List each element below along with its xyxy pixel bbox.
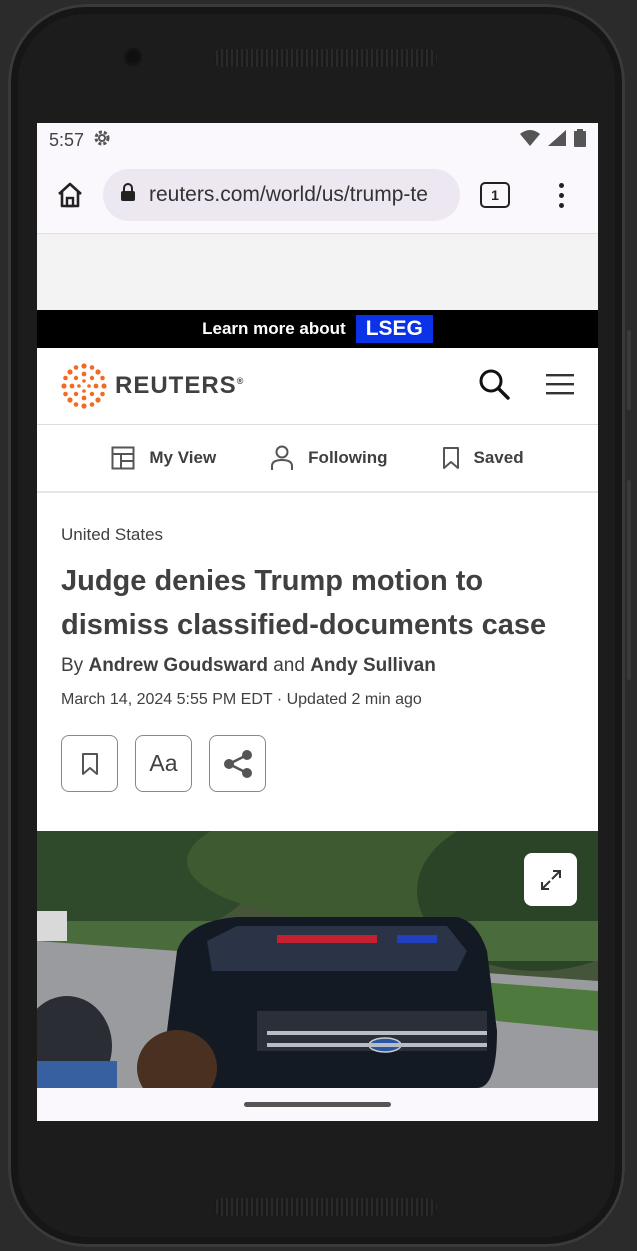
my-view-label: My View (149, 448, 217, 467)
reuters-logo[interactable]: REUTERS® (61, 363, 244, 409)
volume-button (627, 480, 631, 680)
article-photo[interactable] (37, 831, 598, 1088)
menu-icon[interactable] (546, 373, 574, 400)
status-bar: 5:57 (37, 123, 598, 157)
author-link[interactable]: Andy Sullivan (310, 655, 436, 676)
following-label: Following (308, 448, 388, 467)
person-icon (271, 445, 294, 470)
tabs-icon[interactable]: 1 (480, 182, 510, 208)
text-size-label: Aa (149, 750, 178, 776)
site-header: REUTERS® (37, 348, 598, 425)
byline: By Andrew Goudsward and Andy Sullivan (61, 655, 436, 676)
article-header: United States Judge denies Trump motion … (37, 493, 598, 792)
ad-space (37, 234, 598, 310)
screen: 5:57 reuters.com/world/us/trump-te 1 Lea… (37, 123, 598, 1121)
top-speaker (213, 49, 437, 67)
browser-toolbar: reuters.com/world/us/trump-te 1 (37, 157, 598, 234)
power-button (627, 330, 631, 410)
address-bar[interactable]: reuters.com/world/us/trump-te (103, 169, 460, 221)
home-gesture-pill[interactable] (244, 1102, 391, 1107)
signal-icon (548, 129, 566, 151)
expand-icon (540, 869, 561, 890)
dateline: March 14, 2024 5:55 PM EDT · Updated 2 m… (61, 691, 422, 708)
saved-label: Saved (473, 448, 524, 467)
save-article-button[interactable] (61, 735, 118, 792)
photo-image (37, 831, 598, 1088)
reuters-logo-icon (61, 363, 107, 409)
more-icon[interactable] (546, 182, 576, 208)
settings-icon (92, 128, 112, 153)
lock-icon (121, 183, 135, 207)
article-actions: Aa (61, 735, 574, 792)
bookmark-icon (81, 752, 98, 775)
gesture-bar (37, 1088, 598, 1121)
text-size-button[interactable]: Aa (135, 735, 192, 792)
following-link[interactable]: Following (270, 445, 388, 471)
battery-icon (574, 128, 586, 152)
home-icon (58, 182, 82, 208)
bookmark-icon (442, 447, 459, 469)
article-headline: Judge denies Trump motion to dismiss cla… (61, 565, 547, 641)
front-camera (124, 48, 142, 66)
url-text: reuters.com/world/us/trump-te (149, 183, 428, 206)
my-view-link[interactable]: My View (111, 446, 216, 470)
status-time: 5:57 (49, 129, 85, 150)
saved-link[interactable]: Saved (442, 446, 524, 470)
author-link[interactable]: Andrew Goudsward (88, 655, 267, 676)
share-button[interactable] (209, 735, 266, 792)
section-kicker[interactable]: United States (61, 525, 574, 545)
user-nav: My View Following Saved (37, 425, 598, 493)
ad-brand: LSEG (355, 315, 433, 343)
home-button[interactable] (37, 181, 103, 209)
reuters-wordmark: REUTERS® (115, 372, 245, 399)
expand-image-button[interactable] (524, 853, 577, 906)
share-icon (223, 749, 252, 778)
bottom-speaker (213, 1198, 437, 1216)
search-icon[interactable] (478, 368, 510, 405)
ad-banner[interactable]: Learn more about LSEG (37, 310, 598, 348)
layout-icon (111, 446, 135, 470)
ad-text: Learn more about (202, 319, 346, 338)
wifi-icon (520, 129, 540, 151)
